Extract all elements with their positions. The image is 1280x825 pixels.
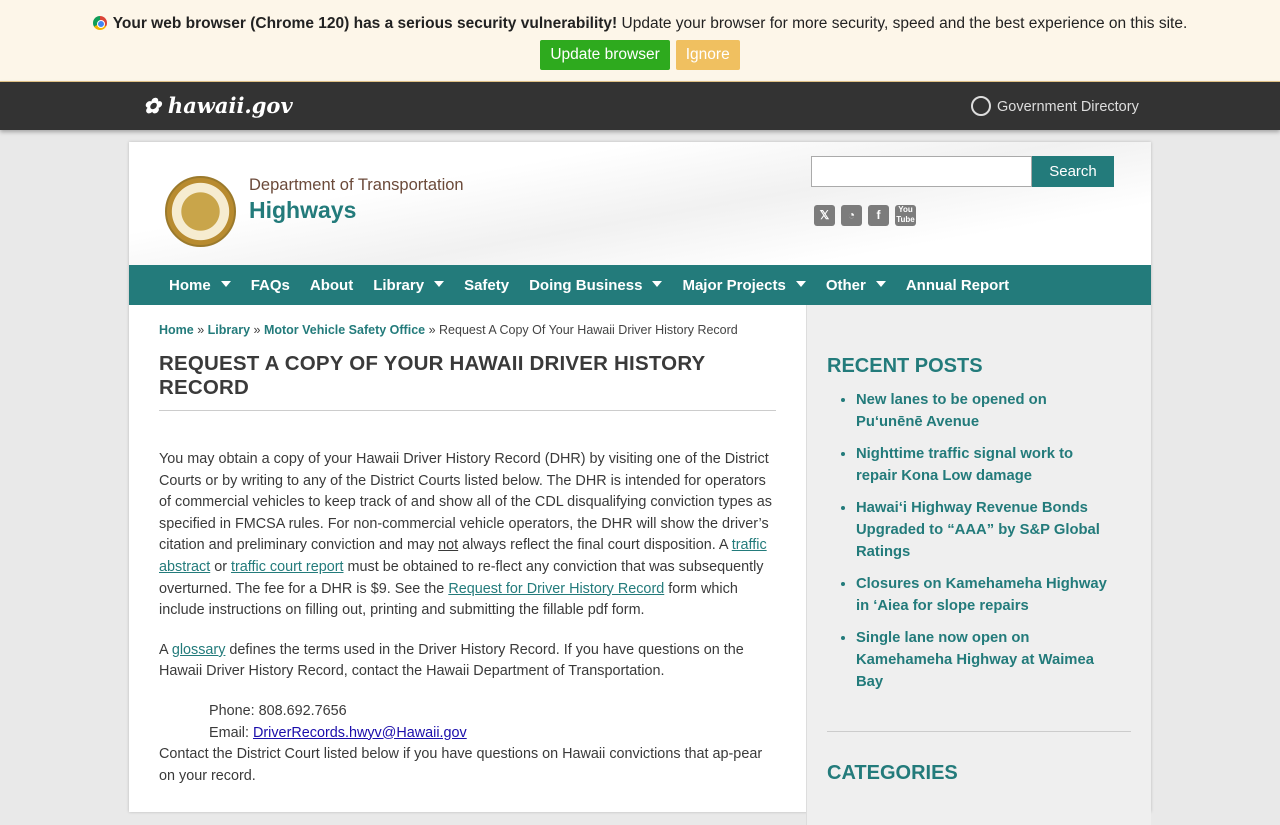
glossary-paragraph: A glossary defines the terms used in the… <box>159 640 776 683</box>
text: always reflect the final court dispositi… <box>458 537 732 554</box>
nav-doing-business[interactable]: Doing Business <box>529 277 662 294</box>
request-form-link[interactable]: Request for Driver History Record <box>448 581 664 597</box>
hawaii-gov-logo[interactable]: ✿ hawaii.gov <box>143 93 293 118</box>
chrome-icon <box>92 16 107 30</box>
page-title: REQUEST A COPY OF YOUR HAWAII DRIVER HIS… <box>159 352 776 411</box>
x-icon[interactable]: 𝕏 <box>814 205 835 226</box>
email-label: Email: <box>209 724 253 741</box>
categories-heading: CATEGORIES <box>827 762 958 785</box>
directory-label: Government Directory <box>997 99 1139 115</box>
crumb-library[interactable]: Library <box>208 323 250 337</box>
site-title[interactable]: Highways <box>249 197 356 224</box>
sidebar: RECENT POSTS New lanes to be opened on P… <box>806 305 1151 825</box>
alert-bold: Your web browser (Chrome 120) has a seri… <box>112 15 618 32</box>
recent-post-link[interactable]: Nighttime traffic signal work to repair … <box>856 444 1107 487</box>
phone: Phone: 808.692.7656 <box>209 702 347 719</box>
email-link[interactable]: DriverRecords.hwyv@Hawaii.gov <box>253 725 467 741</box>
crumb-current: Request A Copy Of Your Hawaii Driver His… <box>439 323 738 337</box>
nav-annual-report[interactable]: Annual Report <box>906 277 1009 294</box>
logo-text: hawaii.gov <box>167 93 293 118</box>
ignore-button[interactable]: Ignore <box>675 40 740 70</box>
alert-text: Update your browser for more security, s… <box>617 15 1188 32</box>
recent-posts-list: New lanes to be opened on Pu‘unēnē Avenu… <box>827 390 1107 693</box>
page: Department of Transportation Highways Se… <box>129 142 1151 825</box>
state-seal-logo[interactable] <box>165 176 236 247</box>
government-directory-link[interactable]: Government Directory <box>971 96 1139 116</box>
update-browser-button[interactable]: Update browser <box>540 40 670 70</box>
crumb-mvso[interactable]: Motor Vehicle Safety Office <box>264 323 425 337</box>
glossary-link[interactable]: glossary <box>172 642 226 658</box>
gov-bar: ✿ hawaii.gov Government Directory <box>0 82 1280 130</box>
nav-other[interactable]: Other <box>826 277 886 294</box>
recent-post-link[interactable]: Single lane now open on Kamehameha Highw… <box>856 628 1107 693</box>
main-content: Home » Library » Motor Vehicle Safety Of… <box>159 323 776 787</box>
recent-post-link[interactable]: Hawai‘i Highway Revenue Bonds Upgraded t… <box>856 498 1107 563</box>
recent-post-link[interactable]: Closures on Kamehameha Highway in ‘Aiea … <box>856 574 1107 617</box>
recent-posts-heading: RECENT POSTS <box>827 355 983 377</box>
crumb-home[interactable]: Home <box>159 323 194 337</box>
district-court-text: Contact the District Court listed below … <box>159 746 763 784</box>
nav-safety[interactable]: Safety <box>464 277 509 294</box>
nav-faqs[interactable]: FAQs <box>251 277 290 294</box>
nav-about[interactable]: About <box>310 277 353 294</box>
globe-icon <box>971 96 991 116</box>
facebook-icon[interactable]: f <box>868 205 889 226</box>
text: or <box>210 558 231 575</box>
rss-icon[interactable]: ◔ <box>841 205 862 226</box>
youtube-icon[interactable]: You Tube <box>895 205 916 226</box>
breadcrumb: Home » Library » Motor Vehicle Safety Of… <box>159 323 738 337</box>
contact-info: Phone: 808.692.7656 Email: DriverRecords… <box>159 701 776 744</box>
traffic-court-report-link[interactable]: traffic court report <box>231 559 344 575</box>
text: A <box>159 641 172 658</box>
nav-library[interactable]: Library <box>373 277 444 294</box>
nav-home[interactable]: Home <box>169 277 231 294</box>
nav-major-projects[interactable]: Major Projects <box>682 277 805 294</box>
search-input[interactable] <box>811 156 1032 187</box>
search-button[interactable]: Search <box>1032 156 1114 187</box>
browser-update-banner: Your web browser (Chrome 120) has a seri… <box>0 0 1280 82</box>
main-nav: Home FAQs About Library Safety Doing Bus… <box>129 265 1151 305</box>
site-header: Department of Transportation Highways Se… <box>129 142 1151 265</box>
text-not: not <box>438 537 459 554</box>
intro-paragraph: You may obtain a copy of your Hawaii Dri… <box>159 449 776 622</box>
text: defines the terms used in the Driver His… <box>159 641 744 680</box>
recent-post-link[interactable]: New lanes to be opened on Pu‘unēnē Avenu… <box>856 390 1107 433</box>
divider <box>827 731 1131 733</box>
dept-name: Department of Transportation <box>249 176 464 194</box>
